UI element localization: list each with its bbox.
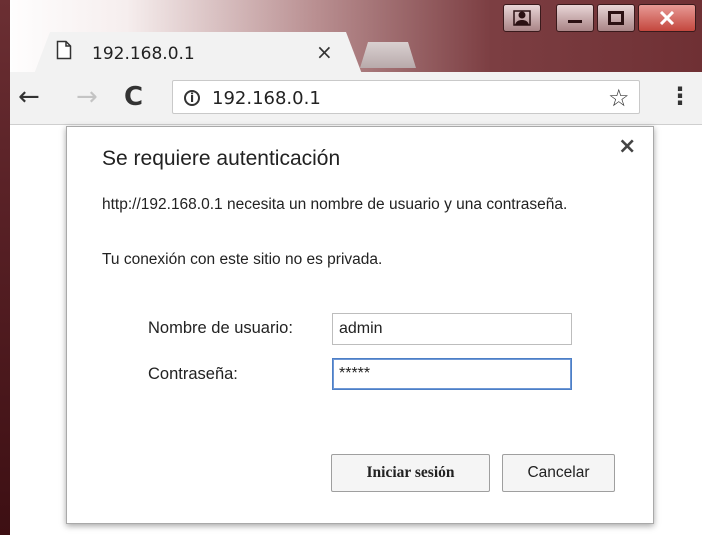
dialog-message: http://192.168.0.1 necesita un nombre de…	[102, 196, 568, 213]
password-field[interactable]	[332, 358, 572, 390]
reload-icon[interactable]: C	[124, 84, 143, 110]
user-icon[interactable]	[503, 4, 541, 32]
maximize-icon[interactable]	[597, 4, 635, 32]
bookmark-star-icon[interactable]: ☆	[608, 84, 630, 112]
privacy-note: Tu conexión con este sitio no es privada…	[102, 251, 383, 268]
username-field[interactable]	[332, 313, 572, 345]
password-label: Contraseña:	[148, 365, 238, 383]
tab-close-icon[interactable]: ×	[316, 40, 333, 64]
login-button[interactable]: Iniciar sesión	[331, 454, 490, 492]
cancel-button[interactable]: Cancelar	[502, 454, 615, 492]
forward-arrow-icon[interactable]: →	[76, 84, 98, 110]
window-frame-left	[0, 0, 10, 535]
tab-title: 192.168.0.1	[92, 44, 195, 64]
address-bar-url[interactable]: 192.168.0.1	[212, 88, 321, 109]
dialog-close-icon[interactable]: ×	[618, 134, 636, 159]
back-arrow-icon[interactable]: ←	[18, 84, 40, 110]
username-label: Nombre de usuario:	[148, 319, 293, 337]
minimize-icon[interactable]	[556, 4, 594, 32]
tab-active[interactable]	[34, 32, 362, 74]
menu-dots-icon[interactable]: ⋮	[668, 84, 692, 108]
window-controls	[503, 4, 696, 32]
page-icon	[56, 40, 72, 60]
close-icon[interactable]	[638, 4, 696, 32]
new-tab-icon[interactable]	[360, 42, 416, 68]
info-icon[interactable]: i	[184, 90, 200, 106]
dialog-title: Se requiere autenticación	[102, 147, 341, 170]
